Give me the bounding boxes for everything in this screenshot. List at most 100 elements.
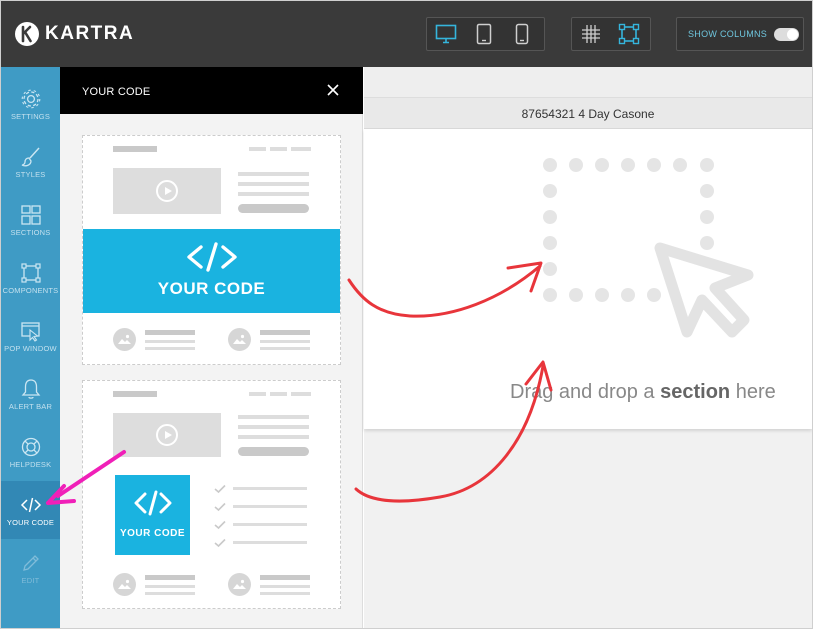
- sidebar-item-styles[interactable]: STYLES: [1, 133, 60, 191]
- select-frame-button[interactable]: [610, 18, 648, 50]
- gear-icon: [21, 89, 40, 109]
- sidebar-item-alert-bar[interactable]: ALERT BAR: [1, 365, 60, 423]
- drop-dot: [647, 158, 661, 172]
- mock-avatar: [228, 328, 251, 351]
- canvas-top-strip: [364, 67, 812, 97]
- mock-text-line: [260, 340, 310, 343]
- drop-dot: [543, 236, 557, 250]
- mock-text-line: [238, 415, 309, 419]
- drop-dot: [543, 262, 557, 276]
- close-icon[interactable]: [326, 83, 340, 97]
- check-icon: [214, 502, 226, 512]
- bell-icon: [21, 379, 40, 399]
- your-code-block: YOUR CODE: [115, 475, 190, 555]
- kartra-logo[interactable]: KARTRA: [15, 22, 134, 46]
- mobile-icon: [515, 23, 529, 45]
- tablet-icon: [476, 23, 492, 45]
- mock-text-line: [233, 541, 307, 544]
- show-columns-label: SHOW COLUMNS: [688, 29, 768, 39]
- drop-dot: [569, 158, 583, 172]
- top-bar: KARTRA SHOW COLUMNS: [1, 1, 812, 67]
- mock-avatar: [113, 573, 136, 596]
- mock-text-line: [145, 340, 195, 343]
- mock-button: [238, 447, 309, 456]
- code-icon: [186, 242, 237, 272]
- sidebar-item-edit[interactable]: EDIT: [1, 539, 60, 597]
- drop-dot: [700, 210, 714, 224]
- your-code-panel: YOUR CODE YOUR CODE YOUR CODE: [60, 67, 363, 628]
- mock-menu-item: [249, 392, 266, 396]
- image-icon: [118, 579, 131, 589]
- grid-toggle-button[interactable]: [572, 18, 610, 50]
- mock-text-line: [238, 192, 309, 196]
- brush-icon: [21, 147, 40, 167]
- drop-dot: [621, 288, 635, 302]
- mock-menu-item: [291, 147, 311, 151]
- image-icon: [233, 579, 246, 589]
- drop-dot: [543, 288, 557, 302]
- desktop-view-button[interactable]: [427, 18, 465, 50]
- tablet-view-button[interactable]: [465, 18, 503, 50]
- select-frame-icon: [618, 23, 640, 45]
- grid-icon: [582, 25, 600, 43]
- show-columns-control: SHOW COLUMNS: [676, 17, 804, 51]
- sidebar-item-helpdesk[interactable]: HELPDESK: [1, 423, 60, 481]
- mock-text-line: [260, 330, 310, 335]
- page-name: 87654321 4 Day Casone: [521, 107, 655, 121]
- drop-dot: [569, 288, 583, 302]
- sidebar-item-label: YOUR CODE: [6, 518, 55, 527]
- sidebar-item-your-code[interactable]: YOUR CODE: [1, 481, 60, 539]
- mock-avatar: [113, 328, 136, 351]
- sidebar-item-sections[interactable]: SECTIONS: [1, 191, 60, 249]
- show-columns-toggle[interactable]: [774, 28, 799, 41]
- kartra-logo-icon: [15, 22, 39, 46]
- mock-text-line: [233, 505, 307, 508]
- section-drop-zone[interactable]: Drag and drop a section here: [364, 129, 812, 429]
- mock-avatar: [228, 573, 251, 596]
- mock-text-line: [145, 575, 195, 580]
- sidebar-item-label: COMPONENTS: [2, 286, 59, 295]
- sidebar-item-pop-window[interactable]: POP WINDOW: [1, 307, 60, 365]
- play-icon: [156, 424, 178, 446]
- sidebar-item-components[interactable]: COMPONENTS: [1, 249, 60, 307]
- mock-menu-item: [291, 392, 311, 396]
- toggle-knob: [787, 29, 798, 40]
- layout-tools-group: [571, 17, 651, 51]
- mobile-view-button[interactable]: [503, 18, 541, 50]
- drop-hint-text-end: here: [730, 381, 776, 403]
- brand-name: KARTRA: [45, 23, 135, 44]
- mock-logo: [113, 146, 157, 152]
- mock-text-line: [238, 425, 309, 429]
- mock-text-line: [238, 182, 309, 186]
- sections-icon: [20, 205, 41, 225]
- mock-text-line: [260, 585, 310, 588]
- mock-text-line: [260, 347, 310, 350]
- drop-hint: Drag and drop a section here: [510, 381, 800, 404]
- image-icon: [118, 334, 131, 344]
- mock-text-line: [233, 523, 307, 526]
- your-code-band: YOUR CODE: [83, 229, 340, 313]
- drop-dot: [543, 210, 557, 224]
- lifebuoy-icon: [21, 437, 40, 457]
- panel-title: YOUR CODE: [82, 86, 151, 98]
- drop-dot: [595, 288, 609, 302]
- panel-header: YOUR CODE: [60, 67, 363, 114]
- drop-hint-text: Drag and drop a: [510, 381, 661, 403]
- code-layout-card-wide[interactable]: YOUR CODE: [82, 135, 341, 365]
- drop-dot: [543, 158, 557, 172]
- mock-text-line: [233, 487, 307, 490]
- sidebar-item-settings[interactable]: SETTINGS: [1, 75, 60, 133]
- check-icon: [214, 520, 226, 530]
- sidebar-item-label: HELPDESK: [9, 460, 52, 469]
- sidebar-item-label: SECTIONS: [10, 228, 51, 237]
- play-icon: [156, 180, 178, 202]
- code-layout-card-block[interactable]: YOUR CODE: [82, 380, 341, 609]
- drop-hint-bold: section: [660, 381, 731, 403]
- drop-dot: [673, 158, 687, 172]
- page-canvas: 87654321 4 Day Casone Drag and drop a se…: [364, 67, 812, 628]
- pencil-icon: [22, 555, 39, 571]
- drop-dot: [595, 158, 609, 172]
- image-icon: [233, 334, 246, 344]
- components-icon: [20, 263, 41, 283]
- code-icon: [20, 497, 41, 513]
